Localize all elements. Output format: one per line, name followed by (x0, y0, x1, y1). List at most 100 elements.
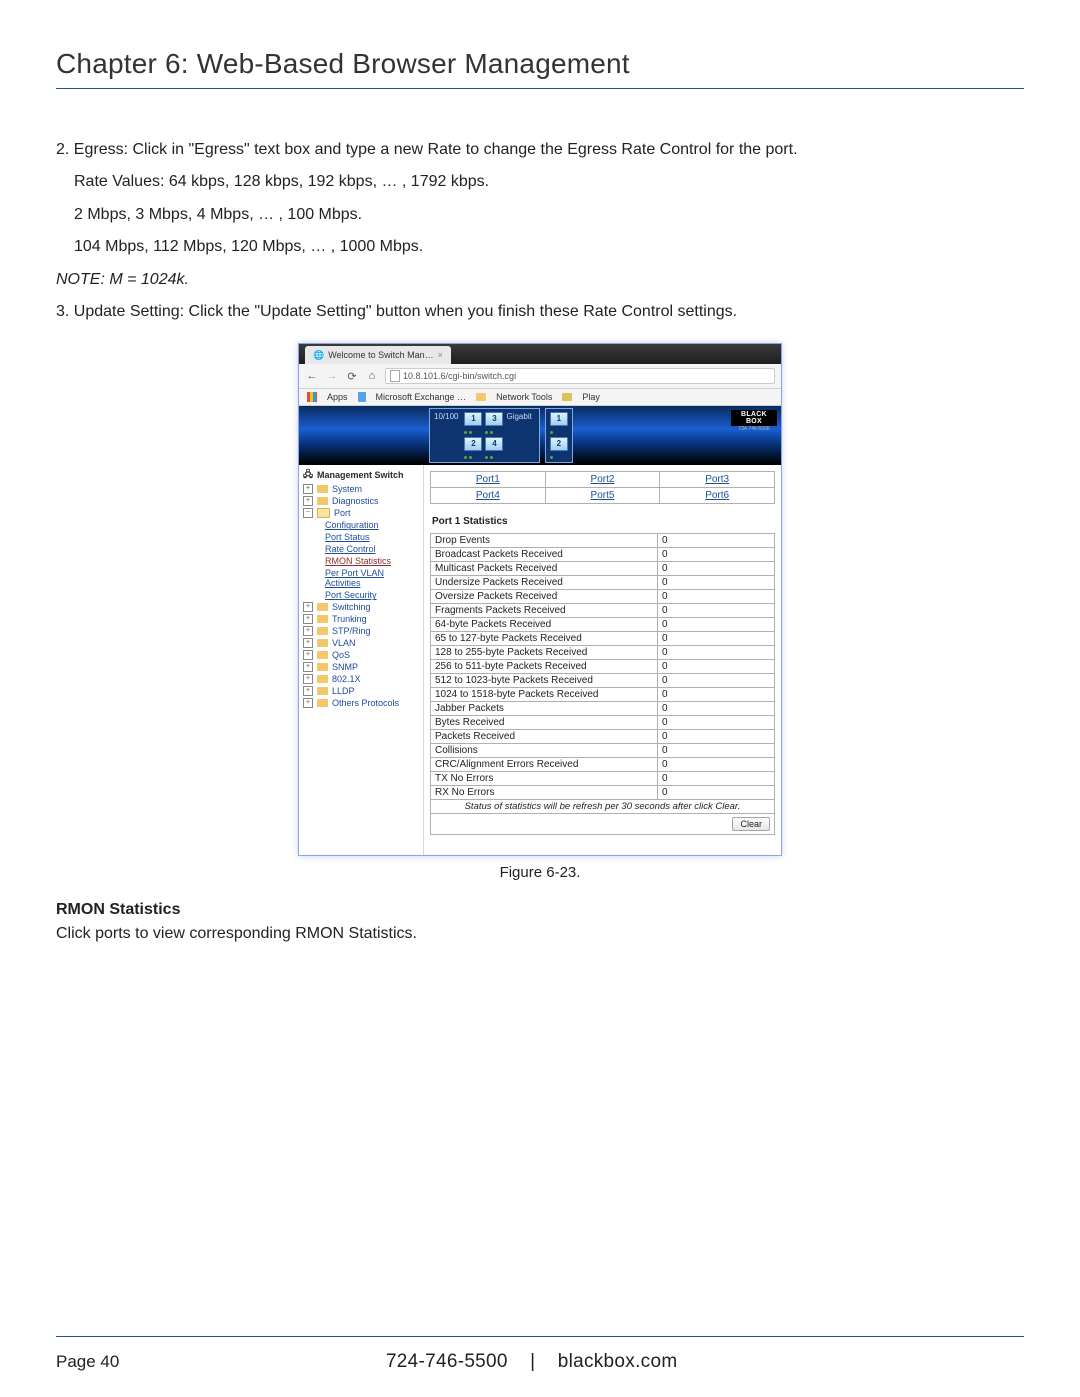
nav-item-snmp[interactable]: +SNMP (303, 661, 421, 673)
document-icon (390, 370, 400, 382)
port-icon[interactable]: 1 (550, 412, 568, 426)
folder-icon (317, 497, 328, 505)
stats-metric: 1024 to 1518-byte Packets Received (431, 688, 658, 702)
main-pane: Port1Port2Port3Port4Port5Port6 Port 1 St… (424, 465, 781, 855)
nav-leaf-rate-control[interactable]: Rate Control (325, 543, 421, 555)
apps-icon[interactable] (307, 392, 317, 402)
stats-metric: Packets Received (431, 730, 658, 744)
port-link-port6[interactable]: Port6 (705, 490, 729, 501)
nav-leaf-rmon-statistics[interactable]: RMON Statistics (325, 555, 421, 567)
stats-value: 0 (658, 548, 775, 562)
stats-value: 0 (658, 590, 775, 604)
back-icon[interactable]: ← (305, 369, 319, 383)
folder-icon (317, 687, 328, 695)
port-icon[interactable]: 2 (464, 437, 482, 451)
port-link-port5[interactable]: Port5 (591, 490, 615, 501)
port-icon[interactable]: 1 (464, 412, 482, 426)
stats-row: Bytes Received0 (431, 716, 775, 730)
expand-icon[interactable]: + (303, 484, 313, 494)
footer-site: blackbox.com (558, 1351, 678, 1372)
nav-item-vlan[interactable]: + VLAN (303, 637, 421, 649)
brand-name: BLACK BOX (731, 410, 777, 426)
nav-item-system[interactable]: + System (303, 483, 421, 495)
stats-table: Drop Events0Broadcast Packets Received0M… (430, 533, 775, 835)
nav-leaf-port-security[interactable]: Port Security (325, 589, 421, 601)
expand-icon[interactable]: + (303, 626, 313, 636)
bookmark-2[interactable]: Network Tools (496, 392, 552, 402)
chapter-title: Chapter 6: Web-Based Browser Management (56, 48, 1024, 80)
expand-icon[interactable]: + (303, 662, 313, 672)
nav-root[interactable]: 🖧 Management Switch (303, 470, 421, 480)
port-link-port3[interactable]: Port3 (705, 474, 729, 485)
stats-row: 65 to 127-byte Packets Received0 (431, 632, 775, 646)
nav-item-lldp[interactable]: +LLDP (303, 685, 421, 697)
port-group-label-right: Gigabit (506, 412, 531, 421)
stats-row: Fragments Packets Received0 (431, 604, 775, 618)
stats-value: 0 (658, 786, 775, 800)
nav-item-trunking[interactable]: + Trunking (303, 613, 421, 625)
stats-metric: 128 to 255-byte Packets Received (431, 646, 658, 660)
bookmark-1[interactable]: Microsoft Exchange … (376, 392, 467, 402)
expand-icon[interactable]: + (303, 650, 313, 660)
nav-item-port[interactable]: −Port (303, 507, 421, 519)
stats-row: CRC/Alignment Errors Received0 (431, 758, 775, 772)
nav-item-label: Trunking (332, 614, 367, 624)
stats-row: Undersize Packets Received0 (431, 576, 775, 590)
collapse-icon[interactable]: − (303, 508, 313, 518)
bookmark-3[interactable]: Play (582, 392, 600, 402)
nav-root-label: Management Switch (317, 470, 404, 480)
page-number: Page 40 (56, 1352, 119, 1372)
nav-item-label: Diagnostics (332, 496, 379, 506)
port-link-port4[interactable]: Port4 (476, 490, 500, 501)
expand-icon[interactable]: + (303, 686, 313, 696)
nav-item-label: VLAN (332, 638, 356, 648)
bookmark-bar: Apps Microsoft Exchange … Network Tools … (299, 389, 781, 406)
nav-item-qos[interactable]: +QoS (303, 649, 421, 661)
port-link-port2[interactable]: Port2 (591, 474, 615, 485)
stats-metric: Oversize Packets Received (431, 590, 658, 604)
stats-metric: CRC/Alignment Errors Received (431, 758, 658, 772)
url-text: 10.8.101.6/cgi-bin/switch.cgi (403, 371, 516, 381)
stats-metric: TX No Errors (431, 772, 658, 786)
nav-item-label: STP/Ring (332, 626, 371, 636)
stats-metric: Multicast Packets Received (431, 562, 658, 576)
expand-icon[interactable]: + (303, 638, 313, 648)
stats-value: 0 (658, 534, 775, 548)
browser-tab[interactable]: 🌐 Welcome to Switch Man… × (305, 346, 451, 364)
expand-icon[interactable]: + (303, 698, 313, 708)
stats-row: RX No Errors0 (431, 786, 775, 800)
home-icon[interactable]: ⌂ (365, 369, 379, 383)
port-icon[interactable]: 2 (550, 437, 568, 451)
port-icon[interactable]: 4 (485, 437, 503, 451)
nav-leaf-per-port-vlan-activities[interactable]: Per Port VLAN Activities (325, 567, 421, 589)
stats-metric: Bytes Received (431, 716, 658, 730)
stats-value: 0 (658, 618, 775, 632)
stats-row: Jabber Packets0 (431, 702, 775, 716)
nav-item-others-protocols[interactable]: +Others Protocols (303, 697, 421, 709)
apps-label[interactable]: Apps (327, 392, 348, 402)
stats-row: 1024 to 1518-byte Packets Received0 (431, 688, 775, 702)
nav-item-802-1x[interactable]: +802.1X (303, 673, 421, 685)
nav-item-diagnostics[interactable]: + Diagnostics (303, 495, 421, 507)
nav-item-switching[interactable]: +Switching (303, 601, 421, 613)
stats-value: 0 (658, 576, 775, 590)
paragraph-mbps-2: 104 Mbps, 112 Mbps, 120 Mbps, … , 1000 M… (56, 236, 1024, 258)
note-line: NOTE: M = 1024k. (56, 269, 1024, 291)
expand-icon[interactable]: + (303, 602, 313, 612)
nav-item-label: System (332, 484, 362, 494)
url-field[interactable]: 10.8.101.6/cgi-bin/switch.cgi (385, 368, 775, 384)
clear-button[interactable]: Clear (732, 817, 770, 831)
port-icon[interactable]: 3 (485, 412, 503, 426)
nav-item-stp-ring[interactable]: + STP/Ring (303, 625, 421, 637)
expand-icon[interactable]: + (303, 674, 313, 684)
expand-icon[interactable]: + (303, 614, 313, 624)
folder-icon (317, 675, 328, 683)
reload-icon[interactable]: ⟳ (345, 369, 359, 383)
nav-leaf-configuration[interactable]: Configuration (325, 519, 421, 531)
stats-value: 0 (658, 716, 775, 730)
forward-icon[interactable]: → (325, 369, 339, 383)
close-icon[interactable]: × (438, 350, 443, 360)
port-link-port1[interactable]: Port1 (476, 474, 500, 485)
expand-icon[interactable]: + (303, 496, 313, 506)
nav-leaf-port-status[interactable]: Port Status (325, 531, 421, 543)
